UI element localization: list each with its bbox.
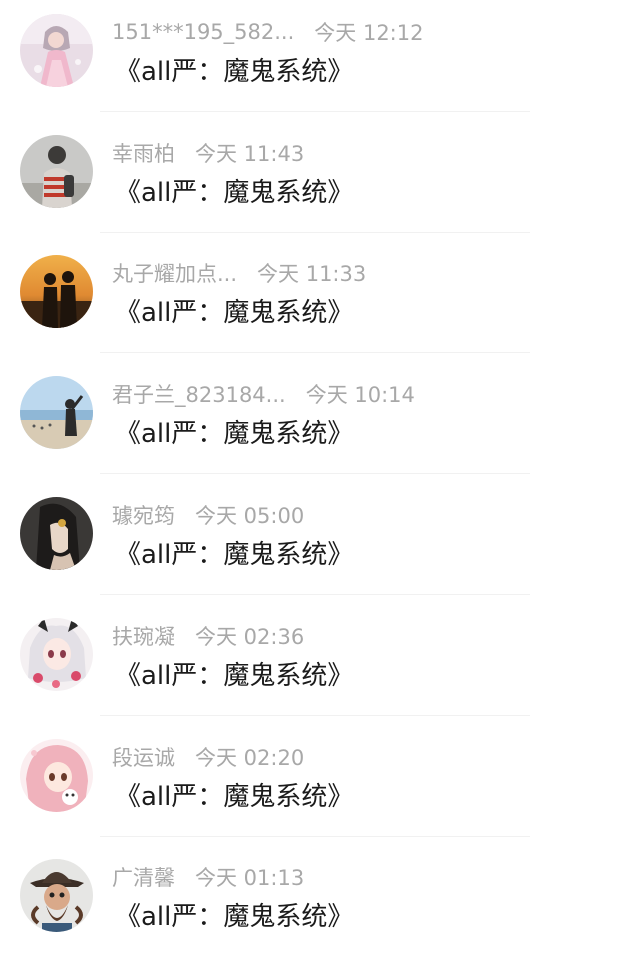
avatar[interactable] — [20, 739, 93, 812]
timestamp: 今天 10:14 — [305, 383, 415, 407]
divider — [100, 111, 530, 112]
username[interactable]: 丸子耀加点... — [112, 258, 237, 288]
avatar[interactable] — [20, 497, 93, 570]
avatar[interactable] — [20, 14, 93, 87]
avatar[interactable] — [20, 859, 93, 932]
comment-meta: 璩宛筠 今天 05:00 — [112, 500, 304, 530]
comment-meta: 151***195_582... 今天 12:12 — [112, 17, 423, 47]
divider — [100, 352, 530, 353]
timestamp: 今天 11:33 — [257, 262, 367, 286]
comment-text: 《all严：魔鬼系统》 — [115, 419, 354, 449]
timestamp: 今天 05:00 — [195, 504, 305, 528]
comment-text: 《all严：魔鬼系统》 — [115, 57, 354, 87]
username[interactable]: 段运诚 — [112, 742, 175, 772]
timestamp: 今天 11:43 — [195, 142, 305, 166]
comment-item[interactable]: 扶琬凝 今天 02:36 《all严：魔鬼系统》 — [0, 604, 640, 724]
username[interactable]: 广清馨 — [112, 862, 175, 892]
comment-meta: 扶琬凝 今天 02:36 — [112, 621, 304, 651]
comment-item[interactable]: 段运诚 今天 02:20 《all严：魔鬼系统》 — [0, 725, 640, 845]
comment-item[interactable]: 幸雨柏 今天 11:43 《all严：魔鬼系统》 — [0, 121, 640, 241]
timestamp: 今天 02:36 — [195, 625, 305, 649]
comment-meta: 君子兰_823184... 今天 10:14 — [112, 379, 415, 409]
divider — [100, 715, 530, 716]
avatar[interactable] — [20, 255, 93, 328]
comment-text: 《all严：魔鬼系统》 — [115, 178, 354, 208]
comment-item[interactable]: 广清馨 今天 01:13 《all严：魔鬼系统》 — [0, 845, 640, 965]
comment-item[interactable]: 151***195_582... 今天 12:12 《all严：魔鬼系统》 — [0, 0, 640, 120]
timestamp: 今天 02:20 — [195, 746, 305, 770]
comment-item[interactable]: 璩宛筠 今天 05:00 《all严：魔鬼系统》 — [0, 483, 640, 603]
comment-item[interactable]: 君子兰_823184... 今天 10:14 《all严：魔鬼系统》 — [0, 362, 640, 482]
timestamp: 今天 12:12 — [314, 21, 424, 45]
comment-text: 《all严：魔鬼系统》 — [115, 782, 354, 812]
avatar[interactable] — [20, 376, 93, 449]
comment-list: 151***195_582... 今天 12:12 《all严：魔鬼系统》 幸雨… — [0, 0, 640, 953]
username[interactable]: 君子兰_823184... — [112, 379, 286, 409]
divider — [100, 232, 530, 233]
divider — [100, 836, 530, 837]
comment-meta: 丸子耀加点... 今天 11:33 — [112, 258, 366, 288]
comment-text: 《all严：魔鬼系统》 — [115, 902, 354, 932]
comment-text: 《all严：魔鬼系统》 — [115, 661, 354, 691]
comment-item[interactable]: 丸子耀加点... 今天 11:33 《all严：魔鬼系统》 — [0, 241, 640, 361]
divider — [100, 594, 530, 595]
username[interactable]: 幸雨柏 — [112, 138, 175, 168]
username[interactable]: 151***195_582... — [112, 20, 294, 44]
timestamp: 今天 01:13 — [195, 866, 305, 890]
username[interactable]: 扶琬凝 — [112, 621, 175, 651]
avatar[interactable] — [20, 135, 93, 208]
avatar[interactable] — [20, 618, 93, 691]
comment-meta: 幸雨柏 今天 11:43 — [112, 138, 304, 168]
comment-meta: 段运诚 今天 02:20 — [112, 742, 304, 772]
comment-meta: 广清馨 今天 01:13 — [112, 862, 304, 892]
comment-text: 《all严：魔鬼系统》 — [115, 540, 354, 570]
divider — [100, 473, 530, 474]
username[interactable]: 璩宛筠 — [112, 500, 175, 530]
comment-text: 《all严：魔鬼系统》 — [115, 298, 354, 328]
